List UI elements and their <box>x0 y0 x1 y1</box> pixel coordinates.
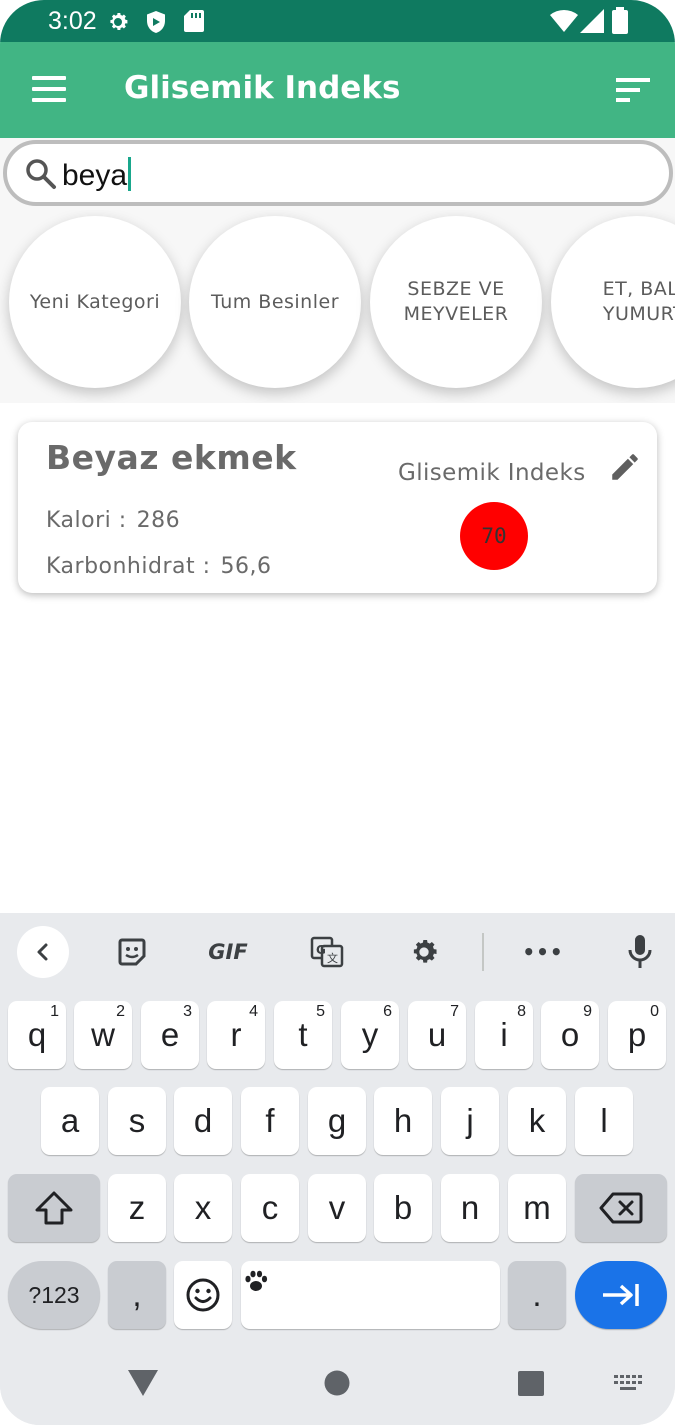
keyboard-switch-icon[interactable] <box>614 1375 644 1397</box>
toolbar-divider <box>482 933 484 971</box>
status-time: 3:02 <box>48 7 97 35</box>
key-y[interactable]: y6 <box>341 1001 399 1069</box>
key-w[interactable]: w2 <box>74 1001 132 1069</box>
mic-icon[interactable] <box>620 927 660 977</box>
key-m[interactable]: m <box>508 1174 566 1242</box>
key-j[interactable]: j <box>441 1087 499 1155</box>
key-b[interactable]: b <box>374 1174 432 1242</box>
key-c[interactable]: c <box>241 1174 299 1242</box>
space-key[interactable] <box>241 1261 500 1329</box>
comma-key[interactable]: , <box>108 1261 166 1329</box>
edit-pencil-icon[interactable] <box>608 450 642 488</box>
key-k[interactable]: k <box>508 1087 566 1155</box>
key-r[interactable]: r4 <box>207 1001 265 1069</box>
key-f[interactable]: f <box>241 1087 299 1155</box>
category-et-balik-yumurta[interactable]: ET, BALIK YUMURTA <box>551 216 675 388</box>
recents-square-icon[interactable] <box>518 1371 544 1400</box>
more-options-icon[interactable]: ••• <box>520 927 566 977</box>
food-name: Beyaz ekmek <box>46 438 297 477</box>
category-yeni-kategori[interactable]: Yeni Kategori <box>9 216 181 388</box>
svg-text:G: G <box>316 943 326 957</box>
gif-button[interactable]: GIF <box>203 927 253 977</box>
carb-value: 56,6 <box>220 554 272 579</box>
search-area: beya <box>0 138 675 210</box>
category-carousel[interactable]: Yeni Kategori Tum Besinler SEBZE VE MEYV… <box>0 210 675 403</box>
calorie-value: 286 <box>136 508 181 533</box>
category-sebze-ve-meyveler[interactable]: SEBZE VE MEYVELER <box>370 216 542 388</box>
svg-text:文: 文 <box>327 951 338 965</box>
carb-label: Karbonhidrat : <box>46 554 211 579</box>
emoji-key[interactable] <box>174 1261 232 1329</box>
shift-key[interactable] <box>8 1174 100 1242</box>
key-l[interactable]: l <box>575 1087 633 1155</box>
backspace-icon <box>599 1192 643 1224</box>
calorie-row: Kalori : 286 <box>46 508 180 533</box>
smiley-icon <box>186 1278 220 1312</box>
home-circle-icon[interactable] <box>324 1370 350 1400</box>
backspace-key[interactable] <box>575 1174 667 1242</box>
key-a[interactable]: a <box>41 1087 99 1155</box>
glycemic-index-badge: 70 <box>460 502 528 570</box>
system-nav-bar <box>0 1340 675 1425</box>
calorie-label: Kalori : <box>46 508 127 533</box>
app-bar: Glisemik Indeks <box>0 42 675 138</box>
key-n[interactable]: n <box>441 1174 499 1242</box>
sticker-icon[interactable] <box>112 927 152 977</box>
key-s[interactable]: s <box>108 1087 166 1155</box>
glycemic-index-label: Glisemik Indeks <box>398 460 586 486</box>
sort-icon[interactable] <box>616 78 650 102</box>
search-query[interactable]: beya <box>62 157 132 193</box>
next-arrow-icon <box>603 1284 639 1306</box>
status-bar: 3:02 <box>0 0 675 42</box>
key-h[interactable]: h <box>374 1087 432 1155</box>
text-caret <box>128 157 132 191</box>
signal-icon <box>580 9 604 37</box>
hamburger-menu-icon[interactable] <box>32 76 66 102</box>
category-label: SEBZE VE MEYVELER <box>403 278 509 325</box>
key-d[interactable]: d <box>174 1087 232 1155</box>
paw-icon <box>243 1263 269 1301</box>
sd-card-icon <box>184 10 204 36</box>
key-q[interactable]: q1 <box>8 1001 66 1069</box>
search-icon <box>25 158 57 194</box>
key-i[interactable]: i8 <box>475 1001 533 1069</box>
search-input[interactable]: beya <box>3 140 673 206</box>
key-o[interactable]: o9 <box>541 1001 599 1069</box>
page-title: Glisemik Indeks <box>124 70 401 106</box>
back-triangle-icon[interactable] <box>128 1370 158 1400</box>
key-t[interactable]: t5 <box>274 1001 332 1069</box>
enter-key[interactable] <box>575 1261 667 1329</box>
shield-icon <box>145 10 167 38</box>
key-v[interactable]: v <box>308 1174 366 1242</box>
period-key[interactable]: . <box>508 1261 566 1329</box>
back-icon[interactable] <box>17 926 69 978</box>
key-g[interactable]: g <box>308 1087 366 1155</box>
carb-row: Karbonhidrat : 56,6 <box>46 554 272 579</box>
key-z[interactable]: z <box>108 1174 166 1242</box>
category-label: Yeni Kategori <box>29 290 161 313</box>
category-label: Tum Besinler <box>210 290 340 313</box>
category-label: ET, BALIK YUMURTA <box>602 278 675 325</box>
wifi-icon <box>550 9 578 37</box>
category-tum-besinler[interactable]: Tum Besinler <box>189 216 361 388</box>
keyboard-toolbar: GIF G文 ••• <box>0 913 675 991</box>
symbols-key[interactable]: ?123 <box>8 1261 100 1329</box>
app-screen: 3:02 Glisemik Indeks beya Yeni Kategori … <box>0 0 675 1425</box>
key-x[interactable]: x <box>174 1174 232 1242</box>
battery-icon <box>612 7 628 38</box>
food-card[interactable]: Beyaz ekmek Kalori : 286 Karbonhidrat : 56… <box>18 422 657 593</box>
gear-icon <box>106 10 130 38</box>
key-p[interactable]: p0 <box>608 1001 666 1069</box>
key-u[interactable]: u7 <box>408 1001 466 1069</box>
key-e[interactable]: e3 <box>141 1001 199 1069</box>
settings-gear-icon[interactable] <box>404 927 444 977</box>
shift-arrow-icon <box>35 1191 73 1225</box>
translate-icon[interactable]: G文 <box>306 927 348 977</box>
